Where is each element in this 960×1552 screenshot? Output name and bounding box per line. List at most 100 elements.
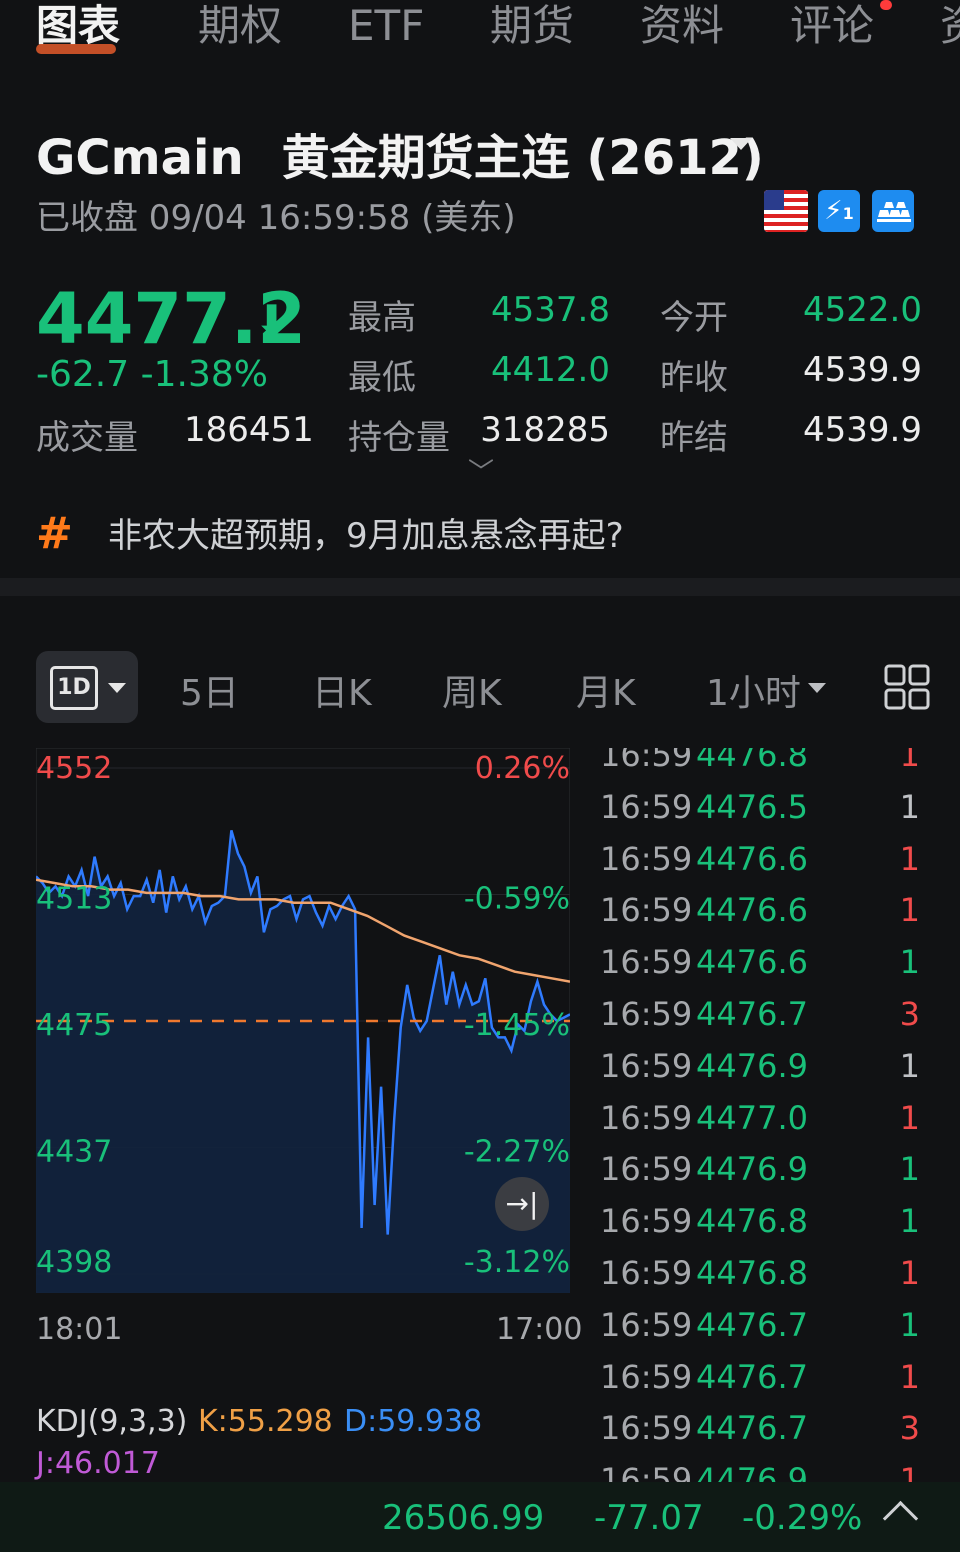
- index-ticker-bar[interactable]: 26506.99 -77.07 -0.29%: [0, 1482, 960, 1552]
- period-daily-k[interactable]: 日K: [312, 664, 372, 716]
- tab-etf[interactable]: ETF: [348, 0, 424, 52]
- y-axis-right-label: -2.27%: [464, 1135, 570, 1170]
- chevron-down-icon: [108, 683, 126, 693]
- us-flag-icon: [764, 190, 808, 232]
- tick-price: 4476.8: [696, 1254, 808, 1292]
- tick-time: 16:59: [600, 891, 693, 930]
- tick-time: 16:59: [600, 839, 693, 878]
- tick-volume: 3: [899, 1409, 920, 1448]
- tick-row: 16:59 4476.9 1: [580, 1461, 960, 1483]
- intraday-chart[interactable]: 4552 4513 4475 4437 4398 0.26% -0.59% -1.45% -2…: [35, 747, 571, 1294]
- tick-row: 16:59 4476.8 1: [580, 1202, 960, 1254]
- index-change-pct: -0.29%: [742, 1498, 863, 1538]
- chevron-down-icon: [808, 683, 826, 693]
- tab-more[interactable]: 资: [940, 0, 960, 52]
- tick-row: 16:59 4476.7 1: [580, 1306, 960, 1358]
- high-value: 4537.8: [491, 290, 610, 330]
- tick-row: 16:59 4476.7 3: [580, 1409, 960, 1461]
- period-1-hour[interactable]: 1小时: [706, 664, 801, 716]
- tick-time: 16:59: [600, 1461, 693, 1483]
- tick-price: 4476.6: [696, 943, 808, 982]
- tick-time: 16:59: [600, 1254, 693, 1292]
- tick-price: 4476.8: [696, 748, 808, 774]
- y-axis-left-label: 4552: [36, 751, 112, 786]
- tick-volume: 1: [899, 1046, 920, 1085]
- tick-row: 16:59 4476.7 1: [580, 1358, 960, 1410]
- kdj-k-value: K:55.298: [198, 1404, 333, 1439]
- low-value: 4412.0: [491, 350, 610, 390]
- tick-price: 4476.7: [696, 1409, 808, 1448]
- tick-row: 16:59 4477.0 1: [580, 1099, 960, 1151]
- tick-row: 16:59 4476.6 1: [580, 840, 960, 892]
- tick-volume: 1: [899, 891, 920, 930]
- tick-time: 16:59: [600, 1202, 693, 1241]
- tick-row: 16:59 4476.9 1: [580, 1047, 960, 1099]
- y-axis-right-label: -1.45%: [464, 1008, 570, 1043]
- section-divider: [0, 578, 960, 596]
- tick-time: 16:59: [600, 1098, 693, 1137]
- scroll-to-latest-icon[interactable]: →|: [495, 1177, 549, 1231]
- chevron-up-icon[interactable]: [882, 1500, 919, 1537]
- tick-price: 4476.9: [696, 1046, 808, 1085]
- tick-row: 16:59 4476.9 1: [580, 1150, 960, 1202]
- tick-volume: 3: [899, 995, 920, 1033]
- volume-value: 186451: [184, 410, 314, 450]
- open-interest-label: 持仓量: [348, 418, 450, 458]
- period-5d[interactable]: 5日: [180, 664, 239, 716]
- tick-price: 4476.8: [696, 1202, 808, 1241]
- tab-futures[interactable]: 期货: [490, 0, 574, 52]
- tick-price: 4476.6: [696, 891, 808, 930]
- tick-list[interactable]: 16:59 4476.8 1 16:59 4476.5 1 16:59 4476.6 1 16:5…: [580, 748, 960, 1483]
- gold-bars-icon[interactable]: [872, 190, 914, 232]
- tick-time: 16:59: [600, 748, 693, 774]
- y-axis-right-label: 0.26%: [475, 751, 570, 786]
- y-axis-right-label: -3.12%: [464, 1245, 570, 1280]
- tick-time: 16:59: [600, 943, 693, 982]
- lightning-icon[interactable]: ⚡1: [818, 190, 860, 232]
- tick-volume: 1: [899, 1254, 920, 1292]
- tick-price: 4476.7: [696, 1305, 808, 1344]
- active-tab-indicator: [36, 44, 116, 54]
- tick-time: 16:59: [600, 995, 693, 1033]
- prev-settle-value: 4539.9: [803, 410, 922, 450]
- kdj-label: KDJ(9,3,3): [36, 1404, 188, 1439]
- tick-price: 4476.7: [696, 995, 808, 1033]
- tick-row: 16:59 4476.8 1: [580, 1254, 960, 1306]
- open-interest-value: 318285: [480, 410, 610, 450]
- low-label: 最低: [348, 358, 416, 398]
- period-weekly-k[interactable]: 周K: [442, 664, 502, 716]
- y-axis-left-label: 4475: [36, 1008, 112, 1043]
- tick-volume: 1: [899, 1305, 920, 1344]
- layout-grid-icon[interactable]: [884, 664, 930, 710]
- period-monthly-k[interactable]: 月K: [576, 664, 636, 716]
- open-value: 4522.0: [803, 290, 922, 330]
- x-axis-end-label: 17:00: [496, 1312, 583, 1347]
- instrument-name: 黄金期货主连 (2612): [281, 130, 764, 186]
- y-axis-left-label: 4398: [36, 1245, 112, 1280]
- tick-time: 16:59: [600, 1409, 693, 1448]
- tick-time: 16:59: [600, 1305, 693, 1344]
- prev-close-label: 昨收: [660, 358, 728, 398]
- prev-close-value: 4539.9: [803, 350, 922, 390]
- instrument-title[interactable]: GCmain 黄金期货主连 (2612): [36, 118, 764, 188]
- expand-chevron-icon[interactable]: ﹀: [468, 452, 494, 489]
- tab-comments[interactable]: 评论: [790, 0, 874, 52]
- symbol: GCmain: [36, 130, 244, 186]
- tick-volume: 1: [899, 1461, 920, 1483]
- chevron-down-icon[interactable]: [730, 138, 752, 150]
- tick-row: 16:59 4476.6 1: [580, 891, 960, 943]
- tab-profile[interactable]: 资料: [640, 0, 724, 52]
- tab-options[interactable]: 期权: [198, 0, 282, 52]
- tick-price: 4476.6: [696, 839, 808, 878]
- news-headline[interactable]: 非农大超预期，9月加息悬念再起?: [108, 508, 624, 557]
- tick-volume: 1: [899, 748, 920, 774]
- tick-volume: 1: [899, 1150, 920, 1189]
- volume-label: 成交量: [36, 418, 138, 458]
- arrow-down-icon: ⬇: [254, 296, 290, 345]
- open-label: 今开: [660, 298, 728, 338]
- tick-time: 16:59: [600, 787, 693, 826]
- hashtag-icon: #: [36, 508, 73, 559]
- tick-price: 4476.9: [696, 1150, 808, 1189]
- tick-price: 4476.9: [696, 1461, 808, 1483]
- tick-price: 4476.5: [696, 787, 808, 826]
